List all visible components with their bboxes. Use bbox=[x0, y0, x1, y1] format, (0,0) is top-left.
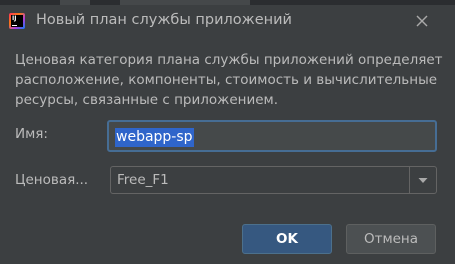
dropdown-button[interactable] bbox=[410, 167, 436, 193]
pricing-tier-label: Ценовая... bbox=[15, 172, 89, 188]
pricing-tier-value: Free_F1 bbox=[117, 172, 169, 188]
ok-button[interactable]: OK bbox=[242, 224, 332, 254]
title-bar: IJ Новый план службы приложений bbox=[0, 5, 455, 37]
name-field-value: webapp-sp bbox=[115, 128, 194, 147]
dialog-description: Ценовая категория плана службы приложени… bbox=[15, 52, 443, 108]
new-app-service-plan-dialog: IJ Новый план службы приложений Ценовая … bbox=[0, 0, 455, 264]
dialog-title: Новый план службы приложений bbox=[36, 12, 292, 28]
close-button[interactable] bbox=[410, 9, 434, 33]
app-icon-text: IJ bbox=[12, 15, 17, 22]
intellij-idea-icon: IJ bbox=[9, 13, 25, 29]
pricing-tier-select[interactable]: Free_F1 bbox=[110, 166, 437, 194]
name-label: Имя: bbox=[15, 126, 48, 142]
cancel-button[interactable]: Отмена bbox=[346, 224, 436, 254]
close-icon bbox=[416, 15, 428, 27]
name-field[interactable]: webapp-sp bbox=[107, 120, 437, 152]
chevron-down-icon bbox=[418, 178, 428, 183]
